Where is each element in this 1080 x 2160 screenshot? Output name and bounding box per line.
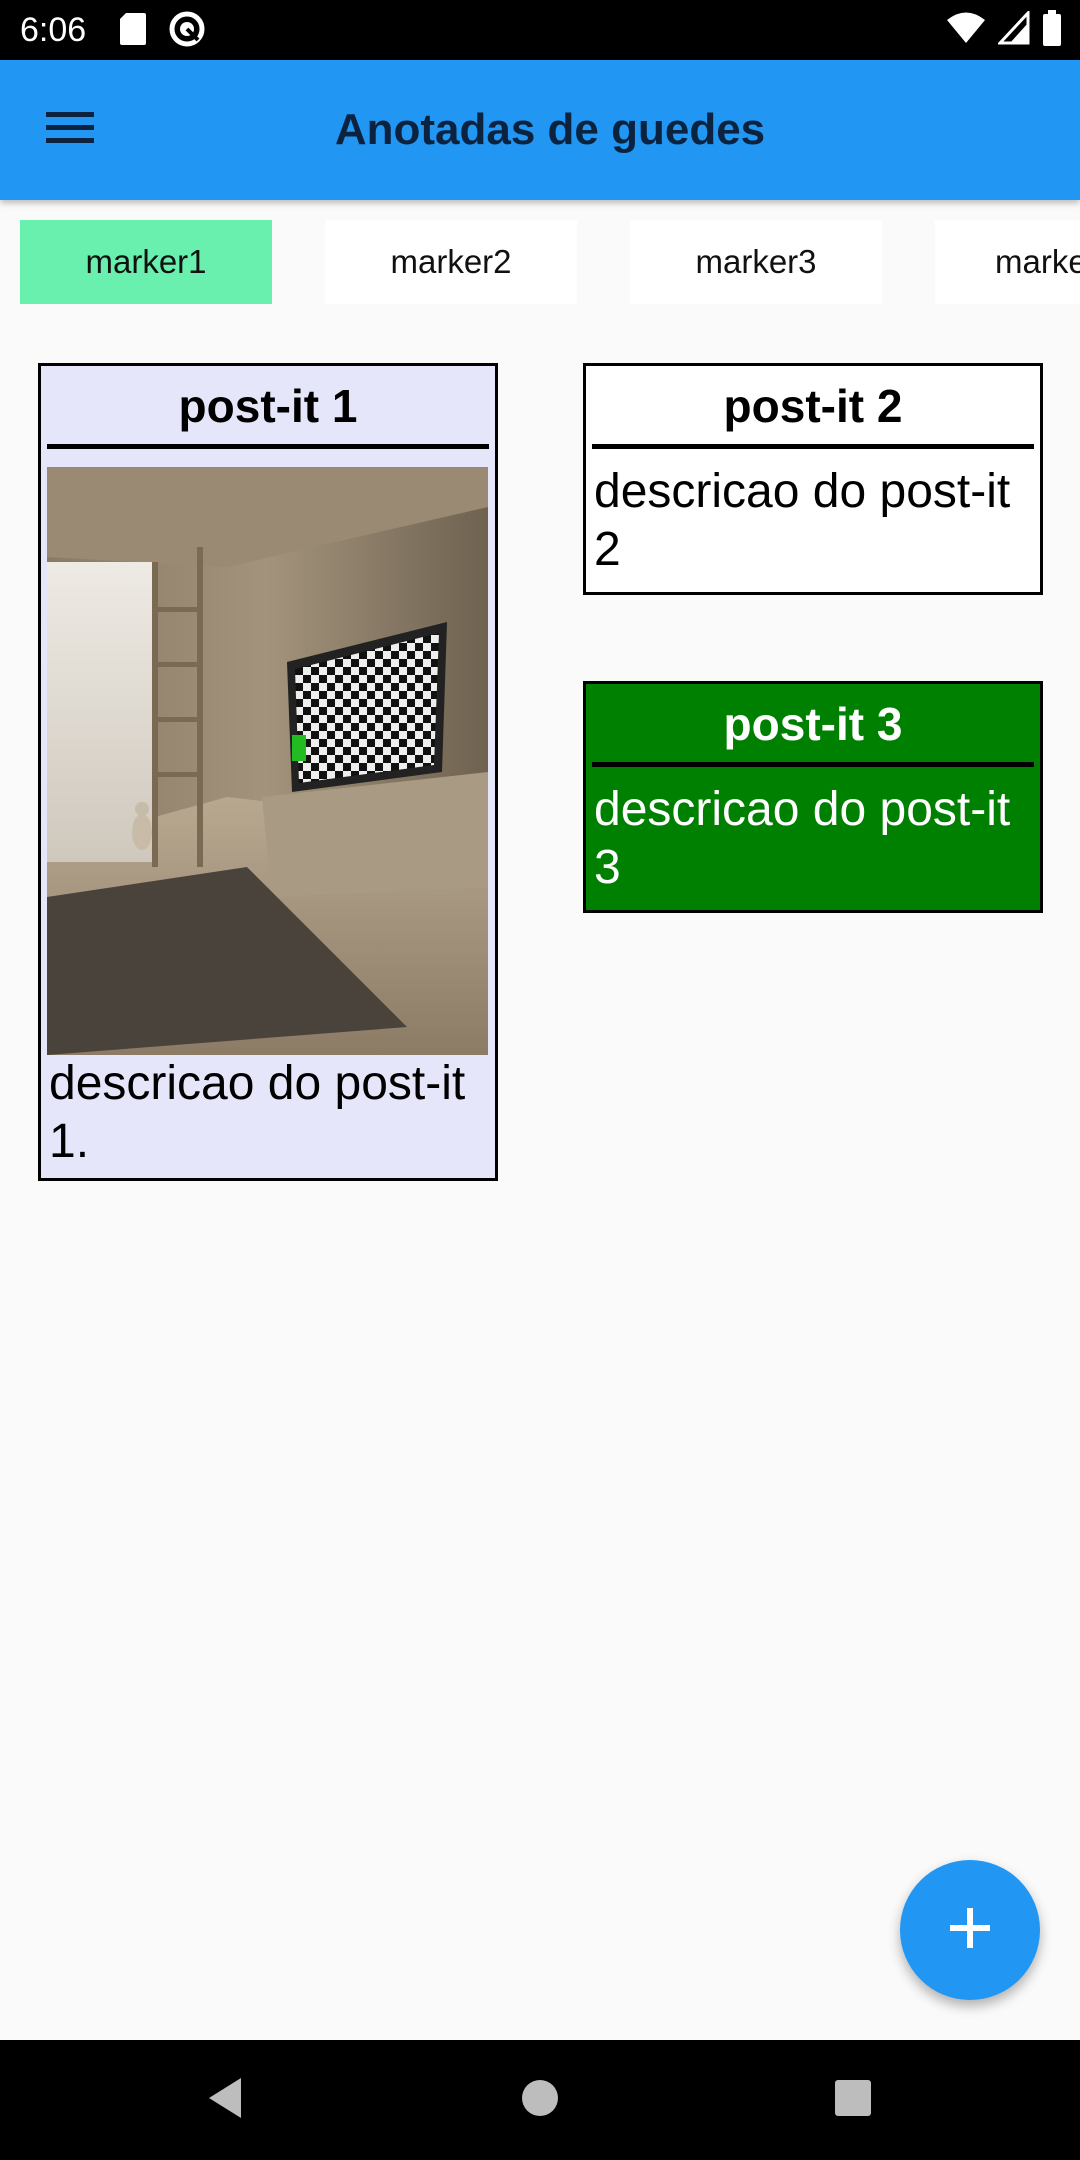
postit-card-1[interactable]: post-it 1 descricao do post-it 1. <box>38 363 498 1181</box>
battery-icon <box>1042 10 1062 51</box>
postit-title: post-it 2 <box>723 380 903 432</box>
marker-tab-3[interactable]: marker3 <box>630 220 882 304</box>
home-icon <box>520 2078 560 2123</box>
postit-card-3[interactable]: post-it 3 descricao do post-it 3 <box>583 681 1043 913</box>
wifi-icon <box>946 11 986 50</box>
plus-icon <box>948 1906 992 1955</box>
cell-signal-icon <box>996 9 1030 50</box>
marker-tab-label: marker2 <box>390 243 512 280</box>
status-bar: 6:06 <box>0 0 1080 60</box>
back-icon <box>205 2076 245 2125</box>
menu-button[interactable] <box>28 100 112 160</box>
marker-tab-2[interactable]: marker2 <box>325 220 577 304</box>
marker-tab-1[interactable]: marker1 <box>20 220 272 304</box>
marker-strip[interactable]: marker1 marker2 marker3 marker4 <box>0 220 1080 304</box>
postit-description: descricao do post-it 2 <box>594 465 1011 576</box>
postit-card-2[interactable]: post-it 2 descricao do post-it 2 <box>583 363 1043 595</box>
marker-tab-4[interactable]: marker4 <box>935 220 1080 304</box>
postit-description: descricao do post-it 1. <box>49 1057 466 1168</box>
postit-image <box>47 467 488 1055</box>
marker-tab-label: marker1 <box>85 243 207 280</box>
add-postit-button[interactable] <box>900 1860 1040 2000</box>
menu-icon <box>46 110 94 151</box>
data-saver-icon <box>168 10 206 53</box>
postit-description: descricao do post-it 3 <box>594 783 1011 894</box>
sd-card-icon <box>118 11 148 52</box>
postit-divider <box>47 444 489 449</box>
postit-title: post-it 3 <box>723 698 903 750</box>
recents-button[interactable] <box>823 2070 883 2130</box>
app-title: Anotadas de guedes <box>334 105 766 154</box>
status-left-icons <box>118 10 206 53</box>
marker-tab-label: marker4 <box>995 243 1080 280</box>
marker-tab-label: marker3 <box>695 243 817 280</box>
recents-icon <box>834 2079 872 2122</box>
system-nav-bar <box>0 2040 1080 2160</box>
status-time: 6:06 <box>20 11 87 49</box>
back-button[interactable] <box>195 2070 255 2130</box>
postit-title: post-it 1 <box>178 380 358 432</box>
app-bar: Anotadas de guedes <box>0 60 1080 200</box>
home-button[interactable] <box>510 2070 570 2130</box>
status-right-icons <box>946 9 1062 51</box>
